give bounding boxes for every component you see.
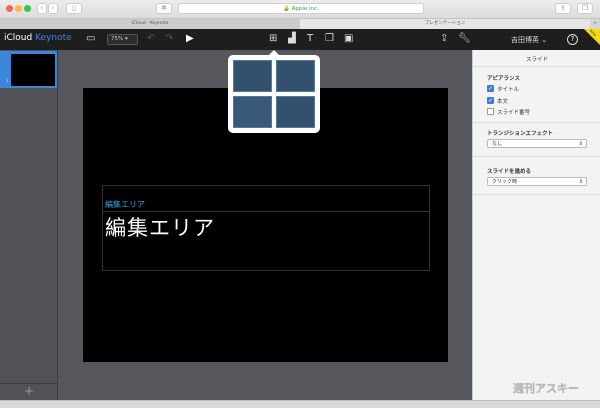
brand-icloud: iCloud [4, 33, 33, 43]
slide-number-label: スライド番号 [497, 110, 531, 116]
transition-value: なし [492, 141, 503, 147]
title-checkbox[interactable]: ✓ [487, 85, 494, 92]
minimize-button[interactable] [15, 5, 22, 12]
body-checkbox[interactable]: ✓ [487, 97, 494, 104]
table-style-2[interactable] [276, 60, 315, 92]
url-text: Apple Inc. [291, 6, 319, 12]
user-menu[interactable]: 吉田博英 ⌄ [511, 35, 547, 45]
tab-icloud[interactable]: iCloud - Keynote [0, 19, 300, 29]
play-icon[interactable]: ▶ [186, 33, 194, 44]
browser-toolbar: ‹ › ▯ ✻ 🔒 Apple Inc. ⇪ ❐ [0, 0, 600, 18]
app-logo: iCloud Keynote [4, 33, 72, 43]
slide-number: 1 [6, 78, 9, 83]
share-icon[interactable]: ⇪ [440, 33, 448, 44]
close-button[interactable] [6, 5, 13, 12]
share-icon[interactable]: ⇪ [555, 3, 571, 14]
body-label: 本文 [497, 99, 509, 105]
view-icon[interactable]: ▭ [86, 33, 95, 44]
advance-select[interactable]: クリック時 ⇕ [487, 177, 587, 186]
undo-icon[interactable]: ↶ [147, 33, 155, 44]
address-bar[interactable]: 🔒 Apple Inc. [178, 3, 424, 14]
sidebar-toggle-icon[interactable]: ▯ [66, 3, 82, 14]
redo-icon[interactable]: ↷ [165, 33, 173, 44]
slide-number-checkbox[interactable] [487, 108, 494, 115]
slide-thumbnail-selected[interactable]: 1 [0, 51, 57, 88]
table-style-popover [228, 50, 320, 133]
text-box[interactable]: 編集エリア 編集エリア [102, 185, 430, 271]
zoom-select[interactable]: 75% ▾ [107, 34, 138, 45]
forward-button[interactable]: › [48, 3, 58, 14]
table-icon[interactable]: ⊞ [269, 33, 277, 44]
panel-title: スライド [525, 57, 548, 63]
tab-presentation[interactable]: プレゼンテーション [300, 19, 590, 29]
table-style-4[interactable] [276, 96, 315, 128]
slide-subtitle[interactable]: 編集エリア [105, 199, 145, 210]
app-toolbar: iCloud Keynote ▭ 75% ▾ ↶ ↷ ▶ ⊞ ▟ T ❒ ▣ ⇪… [0, 29, 600, 50]
slide-navigator: 1 + [0, 50, 58, 400]
table-style-3[interactable] [233, 96, 272, 128]
transition-heading: トランジションエフェクト [487, 131, 554, 137]
zoom-value: 75% [111, 36, 124, 42]
tabs-icon[interactable]: ❐ [577, 3, 593, 14]
transition-select[interactable]: なし ⇕ [487, 139, 587, 148]
shape-icon[interactable]: ❒ [325, 33, 334, 44]
help-icon[interactable]: ? [567, 34, 578, 45]
appearance-heading: アピアランス [487, 76, 520, 82]
zoom-button[interactable] [24, 5, 31, 12]
media-icon[interactable]: ▣ [344, 33, 353, 44]
title-label: タイトル [497, 87, 520, 93]
status-bar [0, 400, 600, 408]
back-button[interactable]: ‹ [37, 3, 47, 14]
advance-heading: スライドを進める [487, 169, 532, 175]
add-slide-button[interactable]: + [24, 384, 34, 398]
tools-wrench-icon[interactable]: 🔧︎ [458, 33, 471, 44]
format-panel: スライド アピアランス ✓ タイトル ✓ 本文 スライド番号 トランジションエフ… [472, 50, 600, 400]
advance-value: クリック時 [492, 179, 518, 185]
chart-icon[interactable]: ▟ [288, 33, 296, 44]
tab-bar: iCloud - Keynote プレゼンテーション + [0, 18, 600, 29]
slide-title[interactable]: 編集エリア [105, 212, 215, 242]
brand-keynote: Keynote [35, 33, 72, 43]
table-style-1[interactable] [233, 60, 272, 92]
watermark: 週刊アスキー [513, 382, 580, 396]
text-icon[interactable]: T [307, 33, 313, 44]
favorites-icon[interactable]: ✻ [156, 3, 172, 14]
new-tab-button[interactable]: + [590, 19, 600, 29]
